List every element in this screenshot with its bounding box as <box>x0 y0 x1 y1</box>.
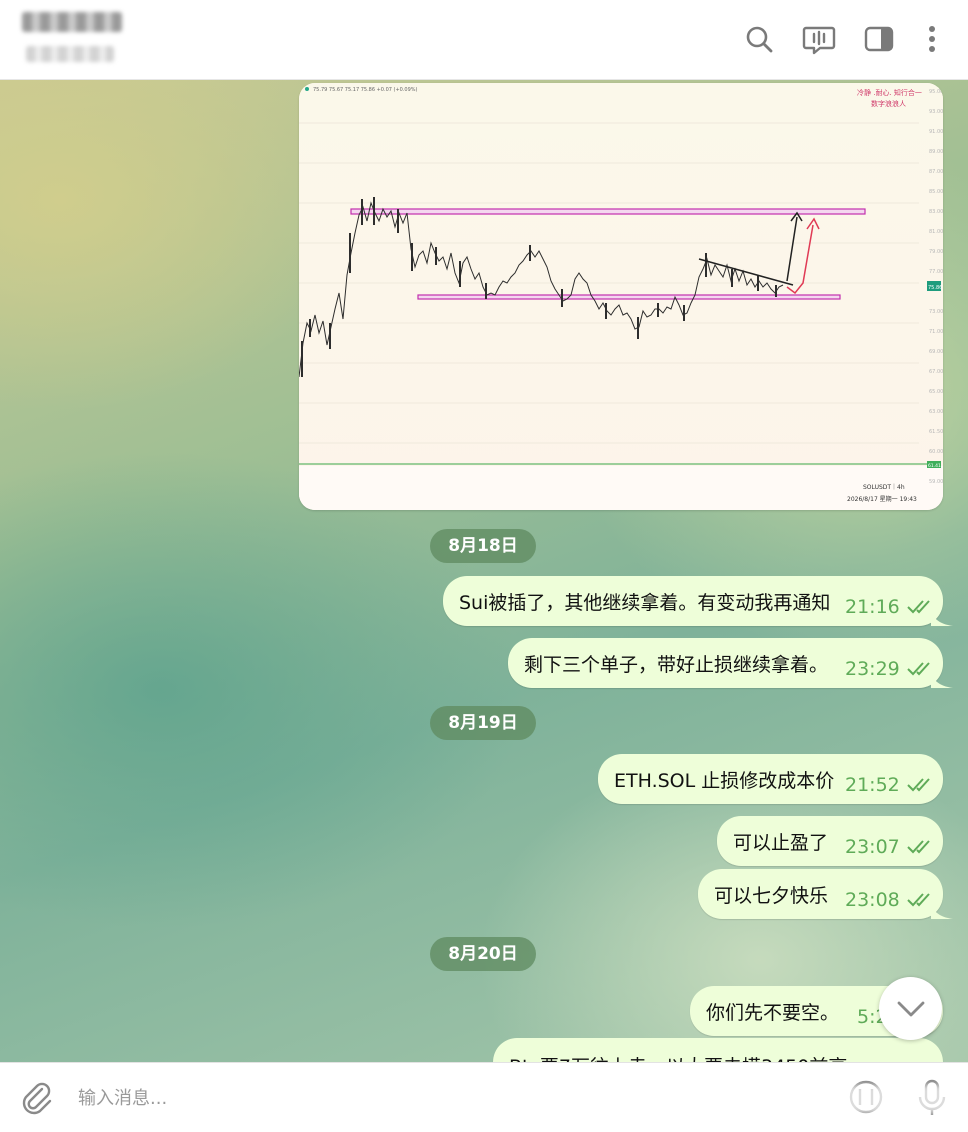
message-time: 23:08 <box>845 889 900 911</box>
video-chat-icon[interactable] <box>802 22 836 56</box>
svg-text:81.00: 81.00 <box>929 229 943 235</box>
svg-text:63.00: 63.00 <box>929 409 943 415</box>
message-time: 21:52 <box>845 774 900 796</box>
watermark-line2: 数字浪浪人 <box>871 99 906 108</box>
chart-timestamp: 2026/8/17 星期一 19:43 <box>847 495 917 503</box>
svg-text:73.00: 73.00 <box>929 309 943 315</box>
chat-subtitle-blurred <box>26 46 114 62</box>
svg-text:69.00: 69.00 <box>929 349 943 355</box>
message-time: 23:29 <box>845 658 900 680</box>
bubble-tail <box>931 606 953 626</box>
message-text: 剩下三个单子，带好止损继续拿着。 <box>524 654 829 676</box>
chat-title-blurred[interactable] <box>22 12 122 32</box>
message-text: 可以七夕快乐 <box>714 885 829 907</box>
svg-text:93.00: 93.00 <box>929 109 943 115</box>
double-check-icon <box>907 778 930 792</box>
message-text: Sui被插了，其他继续拿着。有变动我再通知 <box>459 592 831 614</box>
message-text: ETH.SOL 止损修改成本价 <box>614 770 835 792</box>
svg-text:65.00: 65.00 <box>929 389 943 395</box>
message-bubble[interactable]: ETH.SOL 止损修改成本价 21:52 <box>598 754 943 804</box>
double-check-icon <box>907 840 930 854</box>
message-bubble[interactable]: 可以七夕快乐 23:08 <box>698 869 953 919</box>
scroll-to-bottom-button[interactable] <box>879 977 942 1040</box>
watermark-line1: 冷静 .耐心. 知行合一 <box>857 88 922 97</box>
message-composer <box>0 1062 968 1132</box>
chart-image: 95.00 93.00 91.00 89.00 87.00 85.00 83.00 81.… <box>299 83 943 510</box>
message-text: 你们先不要空。 <box>706 1002 840 1024</box>
message-bubble[interactable]: 可以止盈了 23:07 <box>717 816 943 866</box>
message-input[interactable] <box>78 1081 778 1115</box>
date-separator: 8月19日 <box>430 706 536 740</box>
sidebar-toggle-icon[interactable] <box>862 22 896 56</box>
svg-text:79.00: 79.00 <box>929 249 943 255</box>
message-text: 可以止盈了 <box>733 832 829 854</box>
message-bubble[interactable]: 剩下三个单子，带好止损继续拿着。 23:29 <box>508 638 953 688</box>
chat-header <box>0 0 968 80</box>
chart-symbol: SOLUSDT｜4h <box>863 484 905 491</box>
svg-text:60.00: 60.00 <box>929 449 943 455</box>
svg-text:85.00: 85.00 <box>929 189 943 195</box>
message-time: 21:16 <box>845 596 900 618</box>
search-icon[interactable] <box>742 22 776 56</box>
message-time: 23:07 <box>845 836 900 858</box>
svg-text:89.00: 89.00 <box>929 149 943 155</box>
watermark-overlay <box>760 1085 960 1113</box>
ohlc-legend: 75.79 75.67 75.17 75.86 +0.07 (+0.09%) <box>313 87 418 93</box>
svg-text:67.00: 67.00 <box>929 369 943 375</box>
date-separator: 8月18日 <box>430 529 536 563</box>
bubble-tail <box>931 899 953 919</box>
message-bubble[interactable]: Sui被插了，其他继续拿着。有变动我再通知 21:16 <box>443 576 953 626</box>
bubble-tail <box>931 668 953 688</box>
svg-text:87.00: 87.00 <box>929 169 943 175</box>
more-vertical-icon[interactable] <box>915 22 949 56</box>
chart-photo-message[interactable]: 95.00 93.00 91.00 89.00 87.00 85.00 83.00 81.… <box>299 83 943 510</box>
svg-text:95.00: 95.00 <box>929 89 943 95</box>
svg-text:83.00: 83.00 <box>929 209 943 215</box>
svg-text:61.50: 61.50 <box>929 429 943 435</box>
chevron-down-icon <box>897 1001 925 1017</box>
bottom-price-tag: 61.41 <box>928 463 941 469</box>
svg-text:77.00: 77.00 <box>929 269 943 275</box>
date-separator: 8月20日 <box>430 937 536 971</box>
message-text: Btc要7万往上走，以太要去摸3450前高 <box>509 1052 847 1062</box>
paperclip-icon[interactable] <box>18 1079 54 1115</box>
message-bubble[interactable]: Btc要7万往上走，以太要去摸3450前高 <box>493 1038 943 1062</box>
svg-text:59.00: 59.00 <box>929 479 943 485</box>
price-tag: 75.86 <box>928 285 942 291</box>
svg-text:71.00: 71.00 <box>929 329 943 335</box>
chat-history[interactable]: 95.00 93.00 91.00 89.00 87.00 85.00 83.00 81.… <box>0 80 968 1062</box>
svg-text:91.00: 91.00 <box>929 129 943 135</box>
